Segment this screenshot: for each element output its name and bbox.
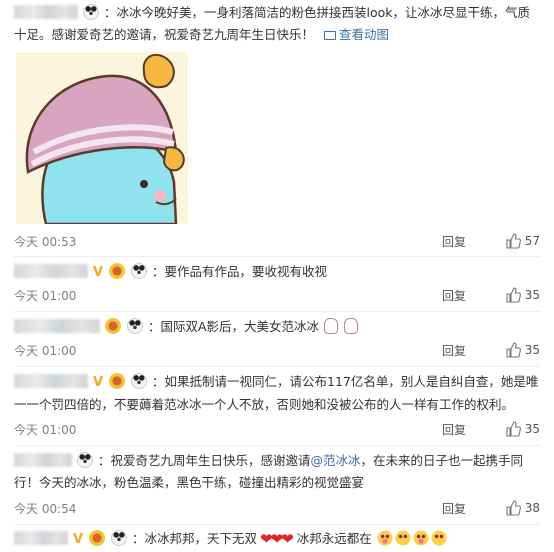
sunflower-emoji-icon (109, 263, 126, 279)
divider (14, 256, 540, 257)
verified-v-icon: V (92, 375, 104, 390)
reply-button[interactable]: 回复 (442, 233, 466, 250)
username[interactable] (14, 5, 78, 19)
sunflower-emoji-icon (89, 530, 106, 546)
comment-meta: 今天 01:00 回复 35 (14, 419, 540, 439)
panda-emoji-icon (131, 373, 148, 389)
like-count: 38 (524, 501, 540, 515)
thumbs-up-icon (506, 233, 521, 249)
reply-button[interactable]: 回复 (442, 421, 466, 438)
reply-button[interactable]: 回复 (442, 287, 466, 304)
comment-text: 冰邦永远都在 (296, 531, 372, 546)
comment-text-block: ：祝爱奇艺九周年生日快乐，感谢邀请@范冰冰，在未来的日子也一起携手同行！今天的冰… (14, 450, 540, 494)
thumbs-up-icon (506, 421, 521, 437)
comment-gif[interactable] (16, 52, 188, 224)
sunflower-emoji-icon (104, 318, 121, 334)
like-count: 35 (524, 422, 540, 436)
smile-face-emoji-icon (430, 530, 447, 546)
username[interactable] (14, 453, 72, 467)
comment-text-block: V ：冰冰邦邦，天下无双 ❤❤❤ 冰邦永远都在 (14, 528, 540, 551)
finger-heart-emoji-icon (324, 318, 338, 334)
divider (14, 524, 540, 525)
comment-time: 今天 01:00 (14, 289, 77, 303)
comment-item: V ：如果抵制请一视同仁，请公布117亿名单，别人是自纠自查，她是唯一一个罚四倍… (14, 371, 540, 416)
reply-button[interactable]: 回复 (442, 500, 466, 517)
panda-emoji-icon (126, 318, 143, 334)
verified-v-icon: V (92, 265, 104, 280)
comment-text: ：要作品有作品，要收视有收视 (152, 264, 328, 279)
divider (14, 366, 540, 367)
like-count: 35 (524, 288, 540, 302)
kiss-face-emoji-icon (376, 530, 393, 546)
image-icon (324, 31, 336, 40)
panda-emoji-icon (82, 4, 99, 20)
comment-text-block: ：冰冰今晚好美，一身利落简洁的粉色拼接西装look，让冰冰尽显干练，气质十足。感… (14, 2, 540, 46)
kiss-face-emoji-icon (412, 530, 429, 546)
comment-text-block: V ：要作品有作品，要收视有收视 (14, 261, 540, 284)
comment-item: ：冰冰今晚好美，一身利落简洁的粉色拼接西装look，让冰冰尽显干练，气质十足。感… (14, 2, 540, 46)
mention-link[interactable]: @范冰冰 (310, 453, 360, 468)
comment-text: ：祝爱奇艺九周年生日快乐，感谢邀请 (97, 453, 311, 468)
comment-item: V ：冰冰邦邦，天下无双 ❤❤❤ 冰邦永远都在 (14, 528, 540, 551)
thumbs-up-icon (506, 287, 521, 303)
like-button[interactable]: 35 (505, 285, 540, 305)
comment-item: V ：要作品有作品，要收视有收视 (14, 261, 540, 284)
panda-emoji-icon (111, 530, 128, 546)
comment-text: ：冰冰邦邦，天下无双 (132, 531, 258, 546)
comment-text: ：国际双A影后，大美女范冰冰 (147, 319, 320, 334)
sunflower-emoji-icon (109, 373, 126, 389)
like-button[interactable]: 57 (505, 231, 540, 251)
view-gif-link[interactable]: 查看动图 (324, 27, 389, 42)
panda-emoji-icon (76, 452, 93, 468)
username[interactable] (14, 531, 68, 545)
username[interactable] (14, 264, 88, 278)
comment-meta: 今天 00:53 回复 57 (14, 231, 540, 251)
thumbs-up-icon (506, 500, 521, 516)
heart-emoji-icon: ❤ (281, 530, 294, 548)
verified-v-icon: V (72, 532, 84, 547)
divider (14, 311, 540, 312)
reply-button[interactable]: 回复 (442, 342, 466, 359)
comment-meta: 今天 01:00 回复 35 (14, 285, 540, 305)
comment-feed: ：冰冰今晚好美，一身利落简洁的粉色拼接西装look，让冰冰尽显干练，气质十足。感… (0, 0, 554, 552)
comment-text-block: ：国际双A影后，大美女范冰冰 (14, 316, 540, 338)
comment-time: 今天 01:00 (14, 423, 77, 437)
panda-emoji-icon (131, 263, 148, 279)
cartoon-image (16, 52, 188, 224)
username[interactable] (14, 374, 88, 388)
comment-time: 今天 00:53 (14, 235, 77, 249)
comment-item: ：祝爱奇艺九周年生日快乐，感谢邀请@范冰冰，在未来的日子也一起携手同行！今天的冰… (14, 450, 540, 494)
like-button[interactable]: 35 (505, 340, 540, 360)
comment-time: 今天 01:00 (14, 344, 77, 358)
comment-meta: 今天 00:54 回复 38 (14, 498, 540, 518)
comment-time: 今天 00:54 (14, 502, 77, 516)
like-count: 35 (524, 343, 540, 357)
username[interactable] (14, 319, 100, 333)
comment-text-block: V ：如果抵制请一视同仁，请公布117亿名单，别人是自纠自查，她是唯一一个罚四倍… (14, 371, 540, 416)
thumbs-up-icon (506, 342, 521, 358)
comment-item: ：国际双A影后，大美女范冰冰 (14, 316, 540, 338)
like-button[interactable]: 35 (505, 419, 540, 439)
like-button[interactable]: 38 (505, 498, 540, 518)
divider (14, 445, 540, 446)
finger-heart-emoji-icon (343, 318, 358, 334)
smile-face-emoji-icon (394, 530, 411, 546)
like-count: 57 (524, 234, 540, 248)
comment-meta: 今天 01:00 回复 35 (14, 340, 540, 360)
